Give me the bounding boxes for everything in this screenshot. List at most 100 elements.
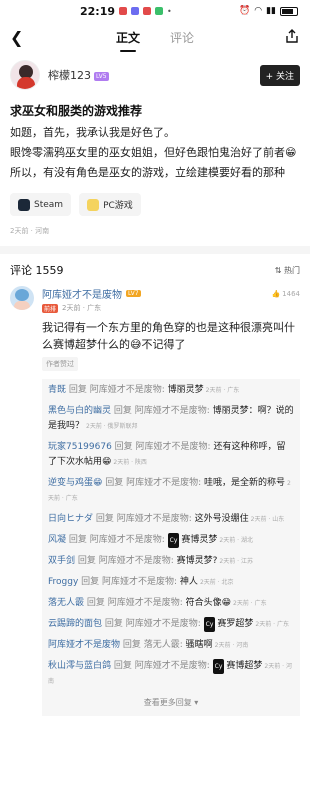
reply-text: 符合头像😁 bbox=[185, 598, 232, 608]
thumbs-up-icon: 👍 bbox=[271, 289, 281, 298]
reply-item[interactable]: 秋山澪与蓝白鸽 回复 阿库娅才不是废物: Cy 赛博超梦 2天前 · 河南 bbox=[48, 659, 294, 689]
reply-item[interactable]: 玩家75199676 回复 阿库娅才不是废物: 还有这种称呼，留了下次水帖用😁 2… bbox=[48, 440, 294, 470]
level-badge: LV7 bbox=[126, 290, 141, 297]
app-notification-icon bbox=[143, 7, 152, 15]
reply-item[interactable]: 双手剑 回复 阿库娅才不是废物: 赛博灵梦? 2天前 · 江苏 bbox=[48, 554, 294, 569]
reply-author[interactable]: 日向ヒナダ bbox=[48, 514, 93, 524]
reply-item[interactable]: 日向ヒナダ 回复 阿库娅才不是废物: 这外号没绷住 2天前 · 山东 bbox=[48, 512, 294, 527]
reply-item[interactable]: 黑色与白的幽灵 回复 阿库娅才不是废物: 博丽灵梦：啊？说的是我吗？ 2天前 · … bbox=[48, 404, 294, 434]
author-name-text: 榨檬123 bbox=[48, 69, 91, 82]
sort-label: 热门 bbox=[284, 265, 300, 275]
level-badge: LV5 bbox=[94, 71, 109, 81]
reply-meta: 2天前 · 江苏 bbox=[219, 558, 253, 565]
tab-content[interactable]: 正文 bbox=[116, 29, 140, 46]
reply-author[interactable]: 云踢蹄的面包 bbox=[48, 619, 102, 629]
reply-text: 赛博超梦 bbox=[226, 661, 263, 671]
tag-pc-games[interactable]: PC游戏 bbox=[79, 193, 141, 216]
post: 求巫女和服类的游戏推荐 如题，首先，我承认我是好色了。 眼馋零濡鸦巫女里的巫女姐… bbox=[0, 102, 310, 236]
post-body: 如题，首先，我承认我是好色了。 眼馋零濡鸦巫女里的巫女姐姐，但好色跟怕鬼治好了前… bbox=[10, 123, 300, 183]
status-time: 22:19 bbox=[80, 4, 116, 18]
pc-games-icon bbox=[87, 198, 100, 211]
reply-meta: 2天前 · 广东 bbox=[233, 600, 267, 607]
steam-icon bbox=[18, 198, 30, 211]
status-bar: 22:19 • ⏰ ◠ ▮▮ bbox=[0, 0, 310, 22]
cy-sticker-icon: Cy bbox=[167, 533, 180, 548]
reply-target: 回复 阿库娅才不是废物: bbox=[102, 619, 204, 629]
reply-author[interactable]: 逆变与鸡蛋😁 bbox=[48, 478, 102, 488]
reply-target: 回复 落无人霰: bbox=[120, 640, 186, 650]
reply-item[interactable]: 云踢蹄的面包 回复 阿库娅才不是废物: Cy 赛罗超梦 2天前 · 广东 bbox=[48, 617, 294, 632]
reply-author[interactable]: 风凝 bbox=[48, 535, 66, 545]
reply-meta: 2天前 · 俄罗斯联邦 bbox=[86, 423, 138, 430]
reply-list: 青既 回复 阿库娅才不是废物: 博丽灵梦 2天前 · 广东 黑色与白的幽灵 回复 阿… bbox=[42, 379, 300, 716]
reply-meta: 2天前 · 广东 bbox=[255, 621, 289, 628]
reply-author[interactable]: 双手剑 bbox=[48, 556, 75, 566]
reply-item[interactable]: 逆变与鸡蛋😁 回复 阿库娅才不是废物: 哇哦，是全新的称号 2天前 · 广东 bbox=[48, 476, 294, 506]
reply-text: 博丽灵梦 bbox=[167, 385, 204, 395]
post-meta: 2天前 · 河南 bbox=[10, 227, 50, 235]
reply-text: 哇哦，是全新的称号 bbox=[204, 478, 286, 488]
reply-author[interactable]: Froggy bbox=[48, 577, 78, 587]
tag-label: PC游戏 bbox=[103, 201, 133, 211]
reply-meta: 2天前 · 湖北 bbox=[219, 537, 253, 544]
more-dot-icon: • bbox=[167, 6, 172, 16]
author-avatar[interactable] bbox=[10, 60, 40, 90]
reply-text: 骚瞎啊 bbox=[185, 640, 213, 650]
battery-icon bbox=[280, 6, 298, 16]
post-line: 如题，首先，我承认我是好色了。 bbox=[10, 126, 175, 139]
reply-item[interactable]: Froggy 回复 阿库娅才不是废物: 神人 2天前 · 北京 bbox=[48, 575, 294, 590]
reply-author[interactable]: 青既 bbox=[48, 385, 66, 395]
reply-author[interactable]: 落无人霰 bbox=[48, 598, 84, 608]
app-notification-icon bbox=[131, 7, 140, 15]
reply-author[interactable]: 秋山澪与蓝白鸽 bbox=[48, 661, 111, 671]
reply-meta: 2天前 · 山东 bbox=[250, 516, 285, 523]
reply-author[interactable]: 阿库娅才不是废物 bbox=[48, 640, 120, 650]
tab-comments[interactable]: 评论 bbox=[170, 29, 194, 46]
reply-target: 回复 阿库娅才不是废物: bbox=[66, 385, 168, 395]
top-nav: ❮ 正文 评论 bbox=[0, 22, 310, 52]
wifi-icon: ◠ bbox=[254, 6, 263, 16]
comments-count: 评论 1559 bbox=[10, 264, 64, 277]
reply-target: 回复 阿库娅才不是废物: bbox=[102, 478, 205, 488]
sort-toggle[interactable]: ⇅ 热门 bbox=[275, 265, 300, 276]
author-liked-tag: 作者赞过 bbox=[42, 357, 78, 371]
reply-author[interactable]: 黑色与白的幽灵 bbox=[48, 406, 111, 416]
comments-header: 评论 1559 ⇅ 热门 bbox=[0, 254, 310, 286]
share-icon[interactable] bbox=[284, 28, 300, 44]
post-title: 求巫女和服类的游戏推荐 bbox=[10, 104, 143, 118]
follow-button[interactable]: + 关注 bbox=[259, 64, 300, 86]
cy-sticker-icon: Cy bbox=[212, 659, 225, 674]
reply-author[interactable]: 玩家75199676 bbox=[48, 442, 112, 452]
reply-item[interactable]: 阿库娅才不是废物 回复 落无人霰: 骚瞎啊 2天前 · 河南 bbox=[48, 638, 294, 653]
cy-sticker-icon: Cy bbox=[203, 617, 216, 632]
back-icon[interactable]: ❮ bbox=[10, 28, 23, 47]
reply-meta: 2天前 · 广东 bbox=[205, 387, 240, 394]
post-line: 眼馋零濡鸦巫女里的巫女姐姐，但好色跟怕鬼治好了前者😁 bbox=[10, 146, 297, 159]
tag-list: Steam PC游戏 bbox=[10, 193, 300, 216]
reply-text: 这外号没绷住 bbox=[194, 514, 249, 524]
comment-meta: 2天前 · 广东 bbox=[62, 304, 102, 312]
reply-text: 赛罗超梦 bbox=[217, 619, 254, 629]
signal-icon: ▮▮ bbox=[266, 6, 276, 16]
author-name[interactable]: 榨檬123 LV5 bbox=[48, 67, 109, 83]
reply-target: 回复 阿库娅才不是废物: bbox=[84, 598, 186, 608]
reply-target: 回复 阿库娅才不是废物: bbox=[111, 661, 213, 671]
reply-target: 回复 阿库娅才不是废物: bbox=[93, 514, 195, 524]
reply-meta: 2天前 · 北京 bbox=[199, 579, 234, 586]
reply-item[interactable]: 风凝 回复 阿库娅才不是废物: Cy 赛博灵梦 2天前 · 湖北 bbox=[48, 533, 294, 548]
like-button[interactable]: 👍 1464 bbox=[271, 290, 300, 298]
commenter-name[interactable]: 阿库娅才不是废物 bbox=[42, 286, 122, 301]
more-replies-button[interactable]: 查看更多回复 ▾ bbox=[48, 695, 294, 712]
like-count: 1464 bbox=[282, 289, 300, 298]
comment: 阿库娅才不是废物 LV7 👍 1464 前排 2天前 · 广东 我记得有一个东方… bbox=[0, 286, 310, 371]
commenter-avatar[interactable] bbox=[10, 286, 34, 310]
tag-steam[interactable]: Steam bbox=[10, 193, 72, 216]
reply-meta: 2天前 · 河南 bbox=[214, 642, 249, 649]
reply-item[interactable]: 青既 回复 阿库娅才不是废物: 博丽灵梦 2天前 · 广东 bbox=[48, 383, 294, 398]
reply-target: 回复 阿库娅才不是废物: bbox=[111, 442, 214, 452]
reply-target: 回复 阿库娅才不是废物: bbox=[66, 535, 168, 545]
reply-text: 赛博灵梦 bbox=[181, 535, 218, 545]
author-row: 榨檬123 LV5 + 关注 bbox=[0, 52, 310, 96]
reply-target: 回复 阿库娅才不是废物: bbox=[111, 406, 213, 416]
reply-item[interactable]: 落无人霰 回复 阿库娅才不是废物: 符合头像😁 2天前 · 广东 bbox=[48, 596, 294, 611]
